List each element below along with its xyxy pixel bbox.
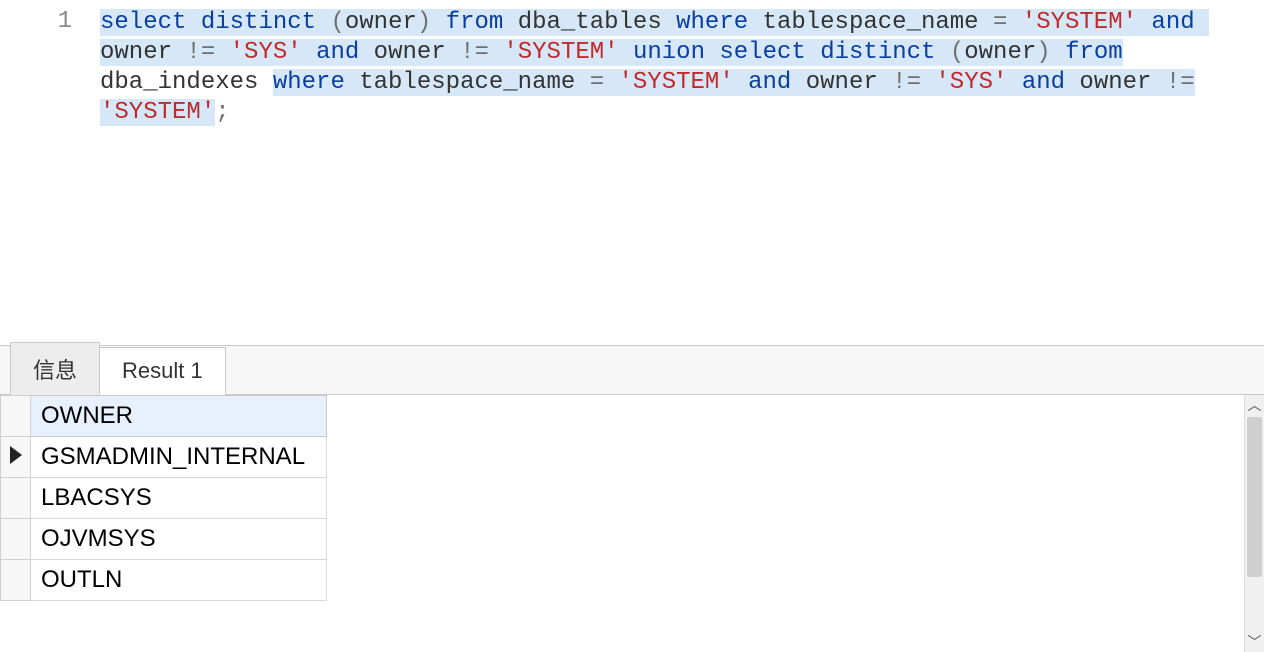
table-row[interactable]: LBACSYS [1, 478, 327, 519]
code-token: dba_tables [503, 9, 676, 36]
code-token: from [1065, 39, 1123, 66]
table-row[interactable]: OJVMSYS [1, 519, 327, 560]
code-token: owner [359, 39, 460, 66]
cell-owner[interactable]: OUTLN [31, 560, 327, 601]
row-indicator [1, 560, 31, 601]
code-token: and [1022, 69, 1065, 96]
table-row[interactable]: OUTLN [1, 560, 327, 601]
code-token: 'SYSTEM' [100, 99, 215, 126]
tab-info[interactable]: 信息 [10, 342, 100, 395]
code-token [806, 39, 820, 66]
code-token: 'SYSTEM' [619, 69, 734, 96]
code-token: owner [1065, 69, 1166, 96]
code-content[interactable]: select distinct (owner) from dba_tables … [100, 0, 1264, 345]
code-token: != [186, 39, 215, 66]
code-token: and [1151, 9, 1194, 36]
sql-editor[interactable]: 1 select distinct (owner) from dba_table… [0, 0, 1264, 345]
row-indicator [1, 478, 31, 519]
code-token: ( [330, 9, 344, 36]
code-token: 'SYSTEM' [1022, 9, 1137, 36]
code-token: and [316, 39, 359, 66]
code-token [1007, 69, 1021, 96]
scroll-up-button[interactable]: ︿ [1245, 395, 1264, 415]
code-token [921, 69, 935, 96]
scroll-thumb[interactable] [1247, 417, 1262, 577]
code-token: select [100, 9, 186, 36]
code-token [734, 69, 748, 96]
code-token: 'SYS' [935, 69, 1007, 96]
row-indicator [1, 519, 31, 560]
line-gutter: 1 [0, 0, 100, 345]
row-indicator-header [1, 396, 31, 437]
code-token: owner [964, 39, 1036, 66]
vertical-scrollbar[interactable]: ︿ ﹀ [1244, 395, 1264, 652]
code-token: owner [345, 9, 417, 36]
code-token: != [460, 39, 489, 66]
code-token [186, 9, 200, 36]
code-token: = [993, 9, 1007, 36]
code-token: 'SYS' [230, 39, 302, 66]
line-number: 1 [0, 8, 72, 35]
code-token [316, 9, 330, 36]
code-token: ) [417, 9, 431, 36]
code-token [705, 39, 719, 66]
tab-result-1[interactable]: Result 1 [99, 347, 226, 395]
code-token: and [748, 69, 791, 96]
results-grid: OWNER GSMADMIN_INTERNALLBACSYSOJVMSYSOUT… [0, 395, 327, 601]
code-token: distinct [201, 9, 316, 36]
column-header-owner[interactable]: OWNER [31, 396, 327, 437]
code-token: ) [1036, 39, 1050, 66]
code-token: != [892, 69, 921, 96]
cell-owner[interactable]: LBACSYS [31, 478, 327, 519]
code-token: from [446, 9, 504, 36]
code-token: 'SYSTEM' [503, 39, 618, 66]
code-token [489, 39, 503, 66]
code-token: tablespace_name [345, 69, 590, 96]
code-token: union [633, 39, 705, 66]
code-token: != [1166, 69, 1195, 96]
row-indicator [1, 437, 31, 478]
bottom-tabs: 信息 Result 1 [0, 345, 1264, 395]
code-token [604, 69, 618, 96]
code-token [1137, 9, 1151, 36]
code-token: = [590, 69, 604, 96]
code-token [1007, 9, 1021, 36]
code-token: ; [215, 99, 229, 126]
cell-owner[interactable]: GSMADMIN_INTERNAL [31, 437, 327, 478]
current-row-icon [10, 446, 22, 464]
code-token: select [719, 39, 805, 66]
code-token [302, 39, 316, 66]
scroll-down-button[interactable]: ﹀ [1245, 632, 1264, 652]
code-token [1051, 39, 1065, 66]
code-token [1195, 69, 1209, 96]
code-token [431, 9, 445, 36]
code-token [935, 39, 949, 66]
code-token: distinct [820, 39, 935, 66]
table-row[interactable]: GSMADMIN_INTERNAL [1, 437, 327, 478]
code-token: where [676, 9, 748, 36]
code-token [215, 39, 229, 66]
results-grid-wrap[interactable]: OWNER GSMADMIN_INTERNALLBACSYSOJVMSYSOUT… [0, 395, 1244, 652]
code-token: tablespace_name [748, 9, 993, 36]
results-panel: OWNER GSMADMIN_INTERNALLBACSYSOJVMSYSOUT… [0, 395, 1264, 652]
code-token: ( [950, 39, 964, 66]
code-token: where [273, 69, 345, 96]
code-token [619, 39, 633, 66]
code-token: owner [791, 69, 892, 96]
cell-owner[interactable]: OJVMSYS [31, 519, 327, 560]
